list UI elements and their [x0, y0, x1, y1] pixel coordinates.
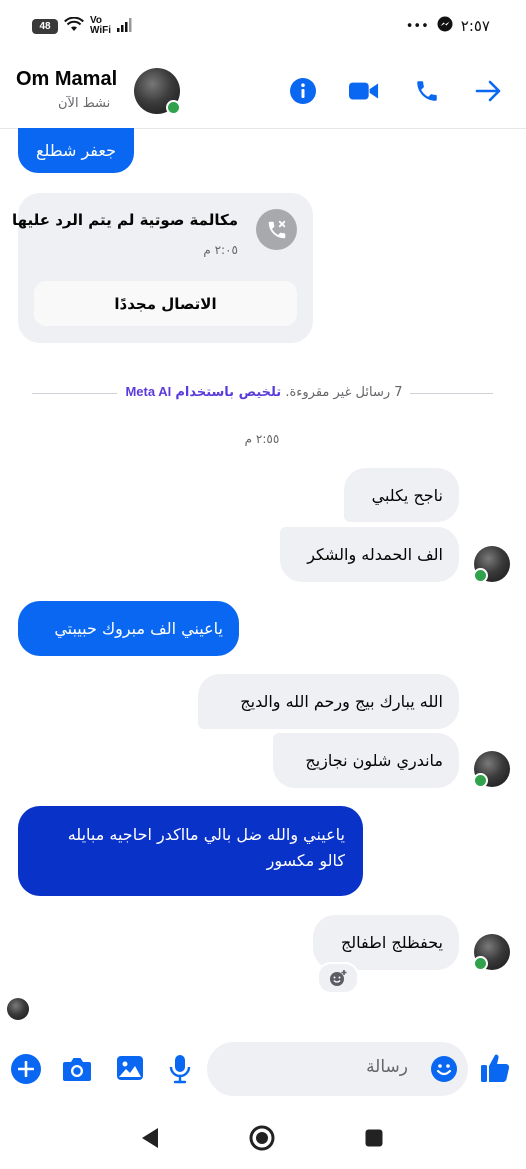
home-nav-icon[interactable] [249, 1125, 275, 1155]
missed-call-icon [256, 209, 297, 250]
unread-count: 7 رسائل غير مقروءة. [285, 385, 403, 400]
status-bar: 48 Vo WiFi ••• ٢:٥٧ [0, 0, 526, 56]
message-input[interactable]: رسالة [207, 1042, 468, 1096]
add-reaction-icon[interactable] [317, 962, 359, 994]
sent-message[interactable]: ياعيني الف مبروك حبيبتي [18, 601, 239, 656]
online-dot [473, 568, 488, 583]
messenger-icon [437, 16, 453, 36]
recents-nav-icon[interactable] [365, 1129, 383, 1151]
callback-button[interactable]: الاتصال مجددًا [34, 281, 297, 326]
read-receipt-avatar [7, 998, 29, 1020]
status-left: 48 Vo WiFi [32, 16, 133, 36]
plus-icon[interactable] [11, 1054, 41, 1084]
vowifi-label: Vo WiFi [90, 15, 112, 36]
message-line: كالو مكسور [266, 851, 345, 870]
camera-icon[interactable] [62, 1055, 92, 1087]
missed-call-card: مكالمة صوتية لم يتم الرد عليها ٢:٠٥ م ال… [12, 193, 313, 343]
microphone-icon[interactable] [169, 1054, 191, 1088]
online-dot [473, 773, 488, 788]
emoji-icon[interactable] [430, 1055, 458, 1087]
contact-name[interactable]: Om Mamal [16, 68, 117, 91]
meta-ai-link[interactable]: Meta AI [125, 384, 171, 399]
gallery-icon[interactable] [116, 1055, 144, 1085]
online-dot [166, 100, 181, 115]
clock: ٢:٥٧ [460, 17, 490, 35]
divider-left [32, 393, 117, 394]
thumbs-up-icon[interactable] [480, 1052, 510, 1088]
timestamp: ٢:٥٥ م [244, 432, 280, 446]
received-message[interactable]: ناجح يكلبي [344, 468, 459, 522]
online-dot [473, 956, 488, 971]
sent-message[interactable]: جعفر شطلع [18, 128, 134, 173]
message-line: ياعيني والله ضل بالي مااكدر احاجيه مبايل… [67, 825, 345, 844]
received-message[interactable]: الف الحمدله والشكر [280, 527, 459, 582]
battery-indicator: 48 [32, 18, 58, 34]
call-card-time: ٢:٠٥ م [203, 243, 238, 257]
signal-icon [117, 17, 133, 35]
chat-header: Om Mamal نشط الآن [0, 56, 526, 129]
avatar[interactable] [473, 546, 510, 583]
message-placeholder: رسالة [366, 1057, 408, 1077]
sent-message[interactable]: ياعيني والله ضل بالي مااكدر احاجيه مبايل… [18, 806, 363, 896]
divider-right [410, 393, 493, 394]
unread-banner: 7 رسائل غير مقروءة. تلخيص باستخدام Meta … [122, 384, 406, 400]
received-message[interactable]: الله يبارك بيج ورحم الله والديج [198, 674, 459, 729]
system-nav-bar [0, 1110, 526, 1169]
active-status: نشط الآن [58, 96, 111, 111]
overflow-dots: ••• [405, 18, 429, 34]
info-icon[interactable] [288, 76, 318, 106]
video-call-icon[interactable] [349, 76, 379, 106]
call-card-title: مكالمة صوتية لم يتم الرد عليها [11, 211, 238, 229]
phone-icon[interactable] [412, 76, 442, 106]
summarize-link[interactable]: تلخيص باستخدام [175, 385, 281, 400]
avatar[interactable] [134, 68, 181, 115]
avatar[interactable] [473, 934, 510, 971]
wifi-icon [64, 16, 84, 36]
status-right: ••• ٢:٥٧ [406, 16, 490, 36]
forward-arrow-icon[interactable] [474, 76, 504, 106]
received-message[interactable]: ماندري شلون نجازيج [273, 733, 459, 788]
avatar[interactable] [473, 751, 510, 788]
back-nav-icon[interactable] [140, 1127, 160, 1153]
